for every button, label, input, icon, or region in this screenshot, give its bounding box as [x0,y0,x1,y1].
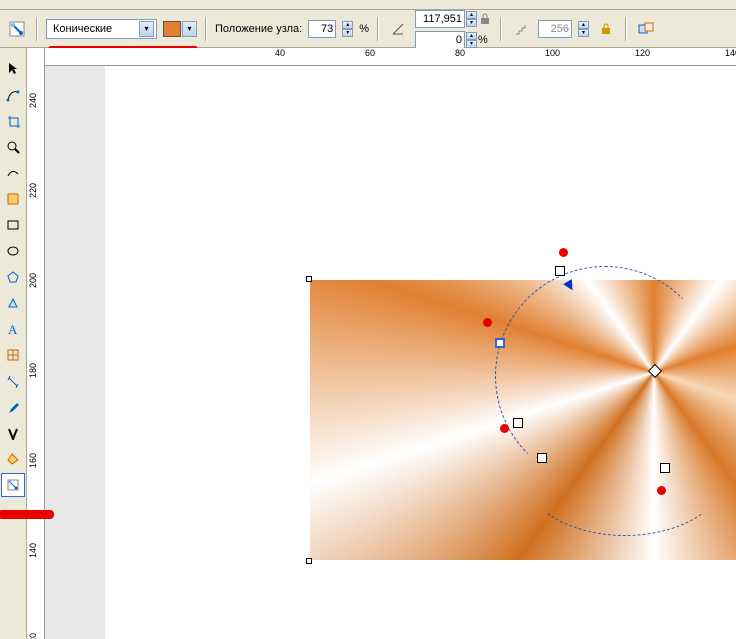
separator [205,17,207,41]
crop-tool[interactable] [1,109,25,133]
spinner[interactable]: ▴▾ [466,11,477,27]
selection-handle[interactable] [306,276,312,282]
canvas-wrap: 40 60 80 100 120 140 [45,48,736,639]
interactive-fill-tool[interactable] [1,473,25,497]
freehand-tool[interactable] [1,161,25,185]
annotation-dot [483,318,492,327]
property-bar: Конические ▾ ▾ Положение узла: ▴▾ % ▴▾ ▴… [0,10,736,48]
dimension-tool[interactable] [1,369,25,393]
rectangle-tool[interactable] [1,213,25,237]
menu-bar-fragment [0,0,736,10]
lock-icon[interactable] [595,18,617,40]
ruler-vertical: 240 220 200 180 160 140 120 [27,48,45,639]
percent-label: % [359,23,369,35]
pick-tool[interactable] [1,57,25,81]
gradient-node[interactable] [537,453,547,463]
text-tool[interactable]: A [1,317,25,341]
gradient-node[interactable] [660,463,670,473]
angle-icon [387,18,409,40]
eyedropper-tool[interactable] [1,395,25,419]
spinner[interactable]: ▴▾ [466,32,477,48]
fill-color-swatch[interactable] [163,21,181,37]
annotation-dot [559,248,568,257]
interactive-fill-icon [6,18,28,40]
gradient-node[interactable] [555,266,565,276]
pad-input[interactable] [415,31,465,49]
fill-tool[interactable] [1,447,25,471]
main-area: A 240 220 200 180 160 140 120 40 60 80 1… [0,48,736,639]
annotation-dot [500,424,509,433]
gradient-node-selected[interactable] [495,338,505,348]
skew-input[interactable] [415,10,465,28]
node-position-input[interactable] [308,20,336,38]
selection-handle[interactable] [306,558,312,564]
spinner[interactable]: ▴▾ [578,21,589,37]
gradient-object[interactable] [310,280,736,560]
chevron-down-icon: ▾ [139,21,154,37]
smart-fill-tool[interactable] [1,187,25,211]
chevron-down-icon[interactable]: ▾ [182,21,197,37]
gradient-type-value: Конические [49,23,139,35]
toolbox: A [0,48,27,639]
shape-tool[interactable] [1,83,25,107]
annotation-highlight [0,510,54,519]
lock-icon[interactable] [478,8,492,30]
separator [377,17,379,41]
copy-props-icon[interactable] [635,18,657,40]
separator [625,17,627,41]
gradient-node[interactable] [513,418,523,428]
canvas[interactable] [45,66,736,639]
gradient-type-dropdown[interactable]: Конические ▾ [46,19,157,39]
basic-shapes-tool[interactable] [1,291,25,315]
outline-tool[interactable] [1,421,25,445]
ruler-horizontal: 40 60 80 100 120 140 [45,48,736,66]
percent-label: % [478,34,488,46]
polygon-tool[interactable] [1,265,25,289]
ellipse-tool[interactable] [1,239,25,263]
table-tool[interactable] [1,343,25,367]
node-position-label: Положение узла: [215,23,302,35]
svg-text:A: A [8,322,18,336]
steps-icon [510,18,532,40]
separator [500,17,502,41]
annotation-dot [657,486,666,495]
spinner[interactable]: ▴▾ [342,21,353,37]
zoom-tool[interactable] [1,135,25,159]
separator [36,17,38,41]
steps-input[interactable] [538,20,572,38]
